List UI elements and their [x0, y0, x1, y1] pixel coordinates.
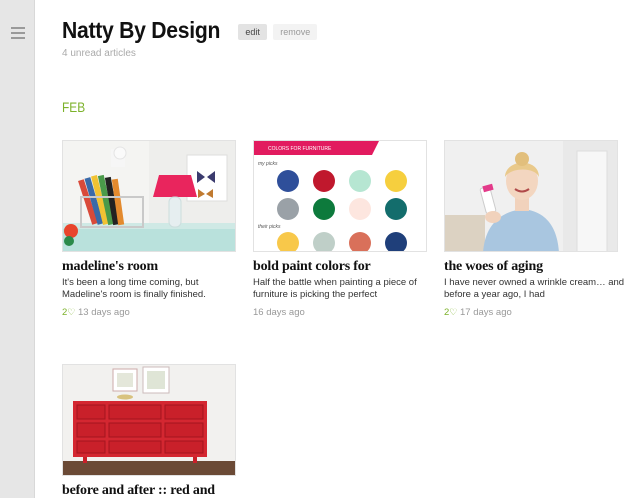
kids-room-desk-photo[interactable]: [62, 140, 236, 252]
red-dresser-photo[interactable]: [62, 364, 236, 476]
paint-swatch: [313, 198, 335, 220]
paint-swatch: [277, 170, 299, 192]
banner-text: COLORS FOR FURNITURE: [268, 146, 332, 152]
article-title[interactable]: the woes of aging: [444, 259, 543, 275]
paint-swatch: [349, 198, 371, 220]
paint-swatch: [277, 198, 299, 220]
article-age: 16 days ago: [253, 307, 305, 318]
remove-button[interactable]: remove: [273, 23, 318, 40]
paint-swatch: [385, 170, 407, 192]
article-title[interactable]: bold paint colors for: [253, 259, 371, 275]
paint-swatch: [313, 170, 335, 192]
month-heading: FEB: [62, 99, 86, 115]
article-excerpt: Half the battle when painting a piece of…: [253, 277, 417, 300]
paint-swatch: [349, 170, 371, 192]
article-age: 17 days ago: [460, 307, 512, 318]
article-title[interactable]: before and after :: red and: [62, 483, 215, 499]
article-excerpt: I have never owned a wrinkle cream… and …: [444, 277, 625, 300]
my-picks-text: my picks: [258, 161, 278, 167]
heart-icon[interactable]: ♡: [449, 307, 457, 317]
unread-count: 4 unread articles: [62, 48, 136, 59]
article-meta: 2♡ 17 days ago: [444, 307, 512, 318]
their-picks-text: their picks: [258, 224, 281, 230]
article-age: 13 days ago: [78, 307, 130, 318]
article-title[interactable]: madeline's room: [62, 259, 158, 275]
article-excerpt: It's been a long time coming, but Madeli…: [62, 277, 206, 300]
woman-portrait-photo[interactable]: [444, 140, 618, 252]
article-meta: 2♡ 13 days ago: [62, 307, 130, 318]
sidebar: [0, 0, 35, 498]
paint-color-swatches[interactable]: COLORS FOR FURNITURE my picks their pick…: [253, 140, 427, 252]
paint-swatch: [385, 198, 407, 220]
edit-button[interactable]: edit: [238, 23, 267, 40]
menu-icon[interactable]: [11, 27, 25, 39]
blog-title: Natty By Design: [62, 17, 221, 43]
blog-header: Natty By Design edit remove: [62, 17, 318, 44]
heart-icon[interactable]: ♡: [67, 307, 75, 317]
article-meta: 16 days ago: [253, 307, 305, 318]
